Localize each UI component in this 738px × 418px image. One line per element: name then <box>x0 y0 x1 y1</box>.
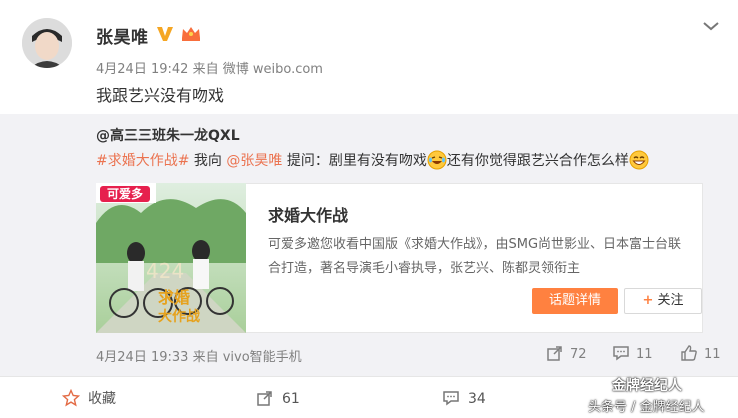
via-label: 来自 <box>192 62 219 77</box>
repost-source: vivo智能手机 <box>222 350 302 365</box>
repost-author[interactable]: @高三三班朱一龙QXL <box>96 125 240 145</box>
verified-v-icon <box>155 24 175 44</box>
post-source[interactable]: 微博 weibo.com <box>223 62 323 77</box>
comment-icon <box>443 391 459 406</box>
poster-title-1: 求婚 <box>158 288 190 307</box>
repost-comment-count: 11 <box>636 347 653 362</box>
repost-share-action[interactable]: 72 <box>546 344 587 364</box>
repost-comment-action[interactable]: 11 <box>612 344 653 364</box>
comment-icon <box>613 346 629 361</box>
star-icon <box>61 388 81 407</box>
repost-like-count: 11 <box>704 347 721 362</box>
mention-link[interactable]: @张昊唯 <box>226 153 282 169</box>
topic-description: 可爱多邀您收看中国版《求婚大作战》，由SMG尚世影业、日本富士台联合打造，著名导… <box>268 237 682 276</box>
post-meta: 4月24日 19:42 来自 微博 weibo.com <box>96 58 323 77</box>
poster-title-2: 大作战 <box>158 308 200 325</box>
repost-text-2: 提问：剧里有没有吻戏 <box>282 153 427 169</box>
author-name[interactable]: 张昊唯 <box>96 23 149 48</box>
topic-poster-image[interactable]: 可爱多 424 求婚 大作战 <box>96 183 246 333</box>
repost-time[interactable]: 4月24日 19:33 <box>96 350 188 365</box>
share-action[interactable]: 61 <box>256 388 300 410</box>
follow-button[interactable]: + 关注 <box>624 288 702 314</box>
chevron-down-icon[interactable] <box>700 18 722 34</box>
repost-text-3: 还有你觉得跟艺兴合作怎么样 <box>446 153 629 169</box>
post-time[interactable]: 4月24日 19:42 <box>96 62 188 77</box>
poster-number: 424 <box>146 259 184 283</box>
member-crown-icon <box>180 24 202 44</box>
hashtag-link[interactable]: #求婚大作战# <box>96 153 189 169</box>
laughing-tears-emoji-icon <box>427 150 447 170</box>
follow-label: 关注 <box>657 293 684 308</box>
share-icon <box>547 346 562 361</box>
repost-text: #求婚大作战# 我向 @张昊唯 提问：剧里有没有吻戏 还有你觉得跟艺兴合作怎么样 <box>96 150 649 170</box>
watermark-title: 金牌经纪人 <box>612 378 682 394</box>
share-icon <box>257 391 272 406</box>
repost-text-1: 我向 <box>189 153 227 169</box>
topic-detail-button[interactable]: 话题详情 <box>532 288 618 314</box>
thumbs-up-icon <box>681 345 697 361</box>
favorite-action[interactable]: 收藏 <box>61 388 116 410</box>
post-text: 我跟艺兴没有吻戏 <box>96 86 225 105</box>
repost-like-action[interactable]: 11 <box>680 344 721 364</box>
repost-meta: 4月24日 19:33 来自 vivo智能手机 <box>96 346 302 365</box>
plus-icon: + <box>642 293 654 308</box>
watermark-logo-icon <box>592 378 610 394</box>
repost-via-label: 来自 <box>192 350 219 365</box>
grinning-emoji-icon <box>629 150 649 170</box>
poster-brand: 可爱多 <box>107 186 143 201</box>
comment-action[interactable]: 34 <box>442 388 486 410</box>
comment-count: 34 <box>468 391 486 407</box>
favorite-label: 收藏 <box>88 391 116 407</box>
repost-share-count: 72 <box>570 347 587 362</box>
share-count: 61 <box>282 391 300 407</box>
watermark-subtitle: 头条号 / 金牌经纪人 <box>588 400 705 415</box>
avatar[interactable] <box>22 18 72 68</box>
topic-title[interactable]: 求婚大作战 <box>268 202 348 226</box>
